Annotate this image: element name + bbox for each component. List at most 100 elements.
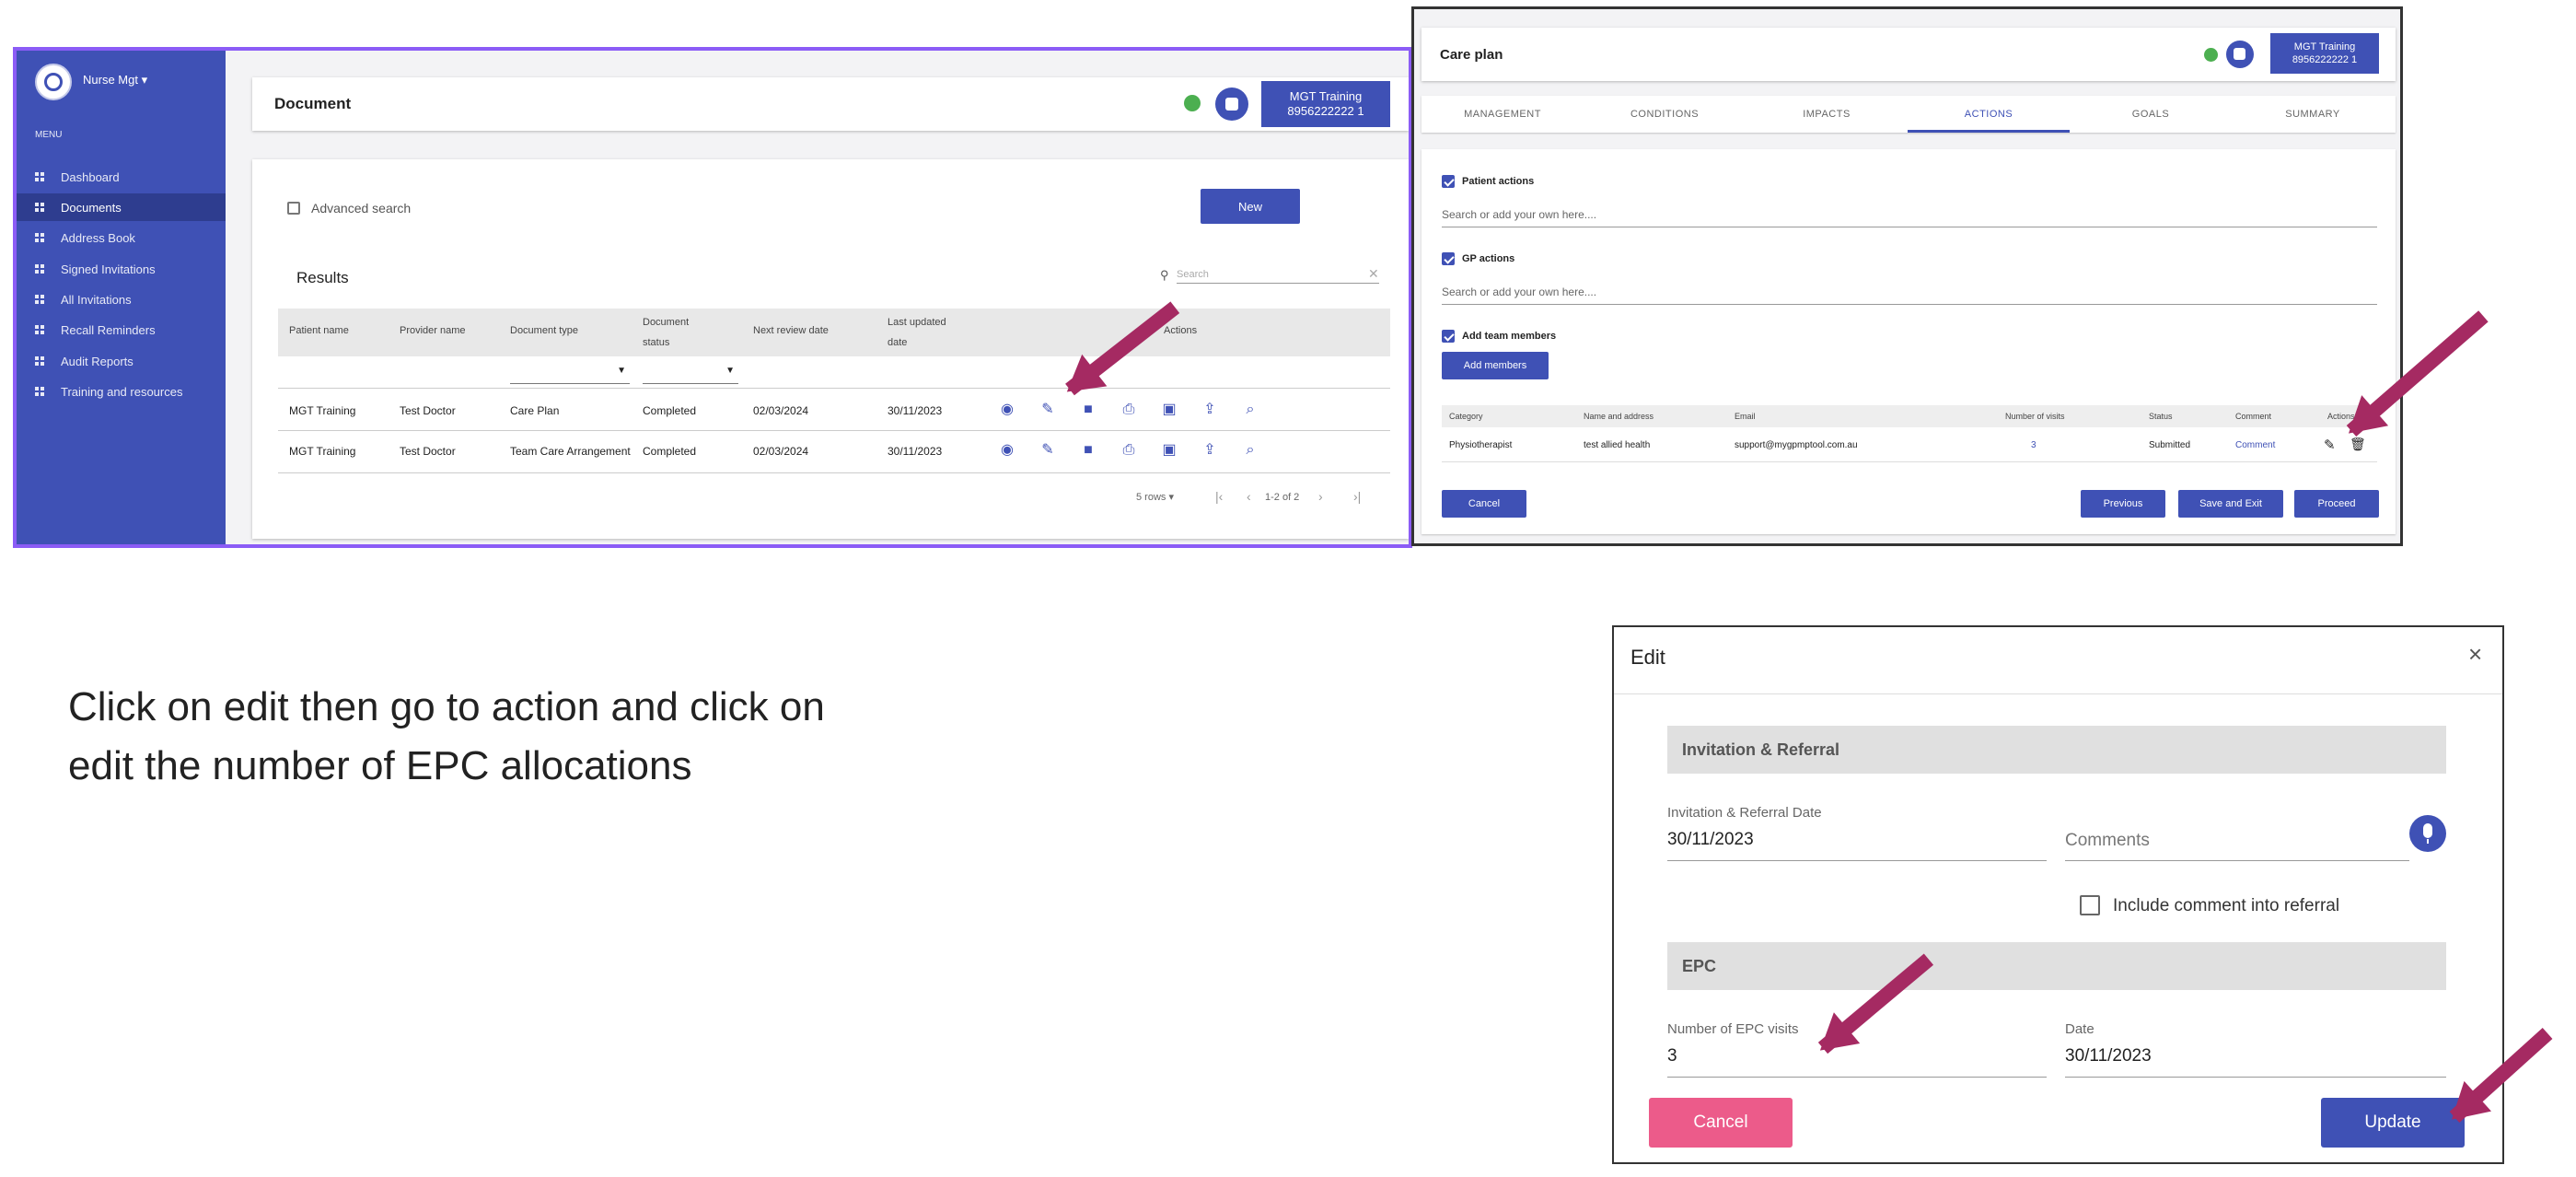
advanced-search-label: Advanced search: [311, 201, 412, 216]
page-header: Document MGT Training 8956222222 1: [252, 77, 1409, 131]
add-members-button[interactable]: Add members: [1442, 352, 1549, 379]
view-icon[interactable]: ◉: [1000, 443, 1015, 458]
close-icon[interactable]: ×: [2468, 640, 2482, 669]
sidebar-item-audit-reports[interactable]: Audit Reports: [17, 347, 226, 375]
dashboard-icon: [35, 325, 44, 334]
tab-impacts[interactable]: IMPACTS: [1746, 109, 1908, 120]
dashboard-icon: [35, 172, 44, 181]
sidebar-item-all-invitations[interactable]: All Invitations: [17, 286, 226, 313]
results-search-input[interactable]: Search: [1177, 269, 1379, 284]
column-header: Document status: [643, 317, 690, 348]
edit-icon[interactable]: ✎: [1040, 443, 1055, 458]
care-plan-screen: Care plan MGT Training 8956222222 1 MANA…: [1411, 6, 2403, 546]
comment-link[interactable]: Comment: [2235, 440, 2275, 450]
edit-icon[interactable]: ✎: [1040, 402, 1055, 417]
column-header: Status: [2149, 412, 2173, 421]
dashboard-icon: [35, 233, 44, 242]
comments-input[interactable]: Comments: [2065, 831, 2150, 851]
sidebar: Nurse Mgt ▾ MENU Dashboard Documents Add…: [17, 51, 226, 544]
status-dot: [2204, 48, 2218, 62]
cell: 02/03/2024: [753, 445, 809, 458]
patient-button[interactable]: MGT Training 8956222222 1: [2270, 33, 2379, 74]
preview-icon[interactable]: ⌕: [1243, 443, 1258, 458]
dashboard-icon: [35, 295, 44, 304]
previous-button[interactable]: Previous: [2081, 490, 2165, 518]
epc-visits-label: Number of EPC visits: [1667, 1021, 1799, 1037]
cell: Team Care Arrangement: [510, 445, 631, 458]
column-header: Actions: [1164, 325, 1198, 336]
sidebar-item-training[interactable]: Training and resources: [17, 378, 226, 405]
patient-button[interactable]: MGT Training 8956222222 1: [1261, 81, 1390, 127]
column-header: Patient name: [289, 325, 349, 336]
prev-page-icon[interactable]: ‹: [1247, 489, 1251, 504]
sidebar-item-recall-reminders[interactable]: Recall Reminders: [17, 316, 226, 344]
ir-date-underline: [1667, 860, 2047, 861]
gp-actions-checkbox[interactable]: [1442, 252, 1455, 265]
next-page-icon[interactable]: ›: [1318, 489, 1323, 504]
first-page-icon[interactable]: |‹: [1215, 489, 1223, 504]
table-row: MGT Training Test Doctor Team Care Arran…: [278, 432, 1390, 472]
patient-actions-input[interactable]: Search or add your own here....: [1442, 208, 2377, 227]
section-invitation-referral: Invitation & Referral: [1667, 726, 2446, 774]
camera-icon[interactable]: [2226, 41, 2254, 68]
ir-date-value[interactable]: 30/11/2023: [1667, 830, 1754, 850]
new-button[interactable]: New: [1201, 189, 1300, 224]
cell: 30/11/2023: [888, 404, 943, 417]
add-team-members-checkbox[interactable]: [1442, 330, 1455, 343]
proceed-button[interactable]: Proceed: [2294, 490, 2379, 518]
tab-summary[interactable]: SUMMARY: [2232, 109, 2394, 120]
number-of-visits[interactable]: 3: [2031, 440, 2036, 450]
document-type-filter[interactable]: ▼: [510, 360, 630, 384]
date-underline: [2065, 1077, 2446, 1078]
active-tab-indicator: [1908, 130, 2070, 133]
epc-visits-input[interactable]: 3: [1667, 1046, 1677, 1066]
document-screen: Nurse Mgt ▾ MENU Dashboard Documents Add…: [13, 47, 1412, 548]
dashboard-icon: [35, 387, 44, 396]
add-team-members-label: Add team members: [1462, 331, 1557, 342]
print-icon[interactable]: ⎙: [1121, 402, 1136, 417]
microphone-icon[interactable]: [2409, 815, 2446, 852]
user-menu[interactable]: Nurse Mgt ▾: [83, 73, 147, 87]
advanced-search-checkbox[interactable]: [287, 202, 300, 215]
sidebar-item-dashboard[interactable]: Dashboard: [17, 163, 226, 191]
table-header: Patient name Provider name Document type…: [278, 309, 1390, 356]
upload-icon[interactable]: ⇪: [1202, 402, 1217, 417]
care-plan-header: Care plan MGT Training 8956222222 1: [1421, 28, 2396, 81]
search-icon: ⚲: [1160, 268, 1169, 282]
gp-actions-input[interactable]: Search or add your own here....: [1442, 286, 2377, 305]
print-icon[interactable]: ⎙: [1121, 443, 1136, 458]
tab-conditions[interactable]: CONDITIONS: [1584, 109, 1746, 120]
tab-actions[interactable]: ACTIONS: [1908, 109, 2070, 120]
pagination-info: 1-2 of 2: [1265, 492, 1300, 503]
cell: Care Plan: [510, 404, 560, 417]
tab-management[interactable]: MANAGEMENT: [1421, 109, 1584, 120]
save-and-exit-button[interactable]: Save and Exit: [2178, 490, 2283, 518]
last-page-icon[interactable]: ›|: [1353, 489, 1361, 504]
save-icon[interactable]: ▣: [1162, 443, 1177, 458]
delete-icon[interactable]: ■: [1081, 443, 1096, 458]
cell: Completed: [643, 445, 697, 458]
clear-icon[interactable]: ✕: [1368, 266, 1379, 282]
cell: Test Doctor: [400, 404, 456, 417]
document-status-filter[interactable]: ▼: [643, 360, 738, 384]
edit-icon[interactable]: ✎: [2324, 437, 2336, 453]
table-row: MGT Training Test Doctor Care Plan Compl…: [278, 390, 1390, 430]
date-input[interactable]: 30/11/2023: [2065, 1046, 2152, 1066]
tab-goals[interactable]: GOALS: [2070, 109, 2232, 120]
rows-per-page[interactable]: 5 rows ▾: [1136, 491, 1174, 503]
include-comment-checkbox[interactable]: [2080, 895, 2100, 915]
camera-icon[interactable]: [1215, 87, 1248, 121]
cancel-button[interactable]: Cancel: [1442, 490, 1526, 518]
upload-icon[interactable]: ⇪: [1202, 443, 1217, 458]
cancel-button[interactable]: Cancel: [1649, 1098, 1793, 1148]
column-header: Last updated date: [888, 317, 946, 348]
sidebar-item-documents[interactable]: Documents: [17, 193, 226, 221]
patient-actions-checkbox[interactable]: [1442, 175, 1455, 188]
sidebar-item-signed-invitations[interactable]: Signed Invitations: [17, 255, 226, 283]
save-icon[interactable]: ▣: [1162, 402, 1177, 417]
sidebar-item-address-book[interactable]: Address Book: [17, 224, 226, 251]
preview-icon[interactable]: ⌕: [1243, 402, 1258, 417]
view-icon[interactable]: ◉: [1000, 402, 1015, 417]
dashboard-icon: [35, 356, 44, 366]
page-title: Document: [274, 95, 352, 112]
